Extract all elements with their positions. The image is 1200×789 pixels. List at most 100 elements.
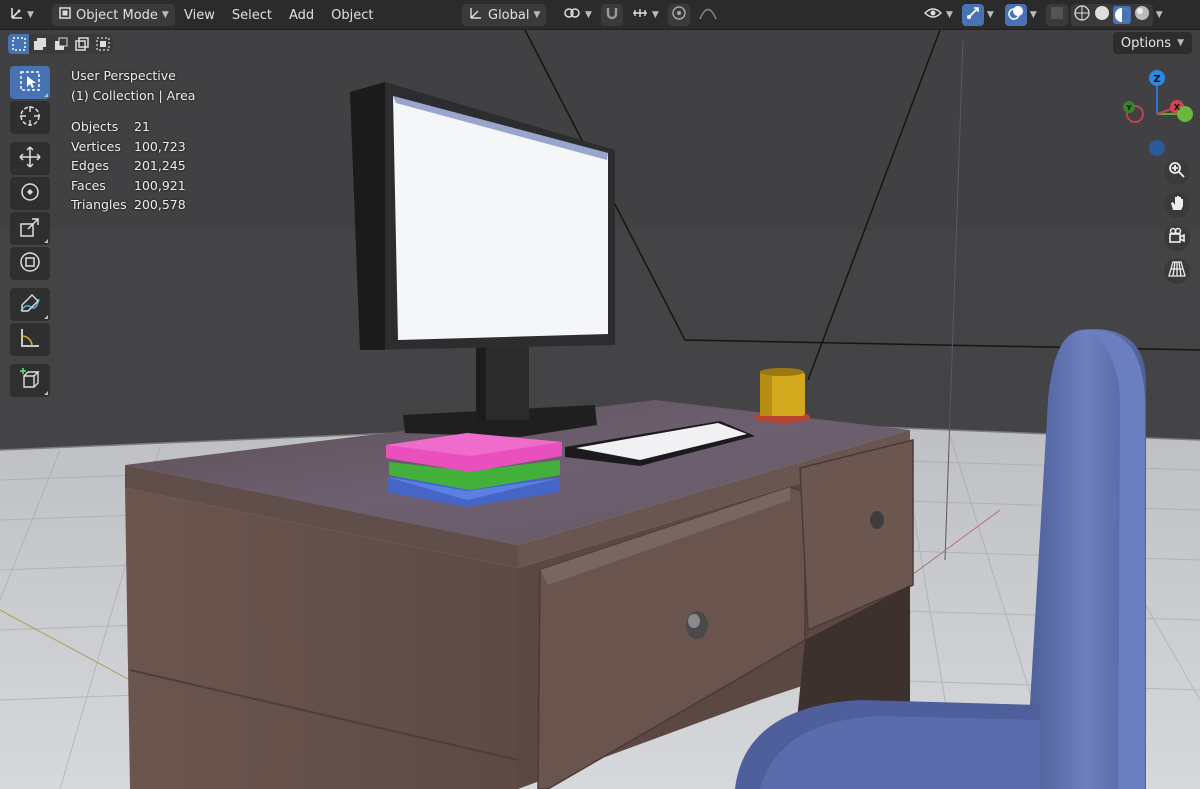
rotate-tool[interactable] — [10, 177, 50, 210]
stat-value: 100,921 — [134, 177, 186, 193]
mode-dropdown[interactable]: Object Mode ▼ — [52, 4, 175, 26]
orientation-gizmo[interactable]: Z X Y — [1105, 64, 1200, 164]
pencil-icon — [18, 291, 42, 319]
wireframe-shading-icon[interactable] — [1073, 4, 1091, 26]
selection-mode-group — [8, 34, 113, 54]
transform-icon — [18, 250, 42, 278]
chevron-down-icon[interactable]: ▼ — [1030, 10, 1037, 20]
rotate-icon — [18, 180, 42, 208]
falloff-dropdown[interactable] — [693, 4, 723, 26]
editor-type-button[interactable]: ▼ — [8, 4, 34, 26]
blender-window: ▼ Object Mode ▼ View Select Add Object G… — [0, 0, 1200, 789]
chevron-down-icon: ▼ — [161, 10, 169, 20]
gizmo-icon — [965, 5, 981, 25]
viewport-info-overlay: User Perspective (1) Collection | Area O… — [71, 66, 195, 215]
scale-tool[interactable] — [10, 212, 50, 245]
navigation-area: Z X Y — [1105, 64, 1200, 324]
zoom-button[interactable] — [1164, 159, 1190, 185]
menu-object[interactable]: Object — [324, 4, 380, 26]
add-cube-tool[interactable] — [10, 364, 50, 397]
snap-target-dropdown[interactable]: ▼ — [626, 4, 665, 26]
transform-tool[interactable] — [10, 247, 50, 280]
chevron-down-icon: ▼ — [533, 10, 541, 20]
axes-icon — [8, 5, 24, 25]
transform-orientation-dropdown[interactable]: Global ▼ — [462, 4, 547, 26]
cursor-icon — [18, 104, 42, 132]
stat-value: 200,578 — [134, 197, 186, 212]
chevron-down-icon: ▼ — [1177, 38, 1184, 48]
stat-value: 100,723 — [134, 138, 186, 154]
material-preview-icon[interactable] — [1112, 6, 1131, 24]
cursor-tool[interactable] — [10, 101, 50, 134]
tool-shelf — [10, 66, 52, 399]
select-subtract-icon[interactable] — [50, 34, 71, 54]
orientation-label: Global — [488, 7, 530, 23]
neg-z-axis-handle[interactable] — [1149, 140, 1165, 156]
xray-icon — [1049, 5, 1065, 25]
shading-buttons — [1070, 4, 1153, 26]
stat-value: 201,245 — [134, 158, 186, 173]
eye-icon — [924, 6, 942, 24]
perspective-toggle-button[interactable] — [1164, 258, 1190, 284]
camera-view-button[interactable] — [1164, 225, 1190, 251]
chevron-down-icon[interactable]: ▼ — [1156, 10, 1163, 20]
hand-icon — [1168, 194, 1186, 216]
gizmo-toggle[interactable] — [961, 4, 984, 26]
options-dropdown[interactable]: Options ▼ — [1112, 32, 1192, 54]
rendered-shading-icon[interactable] — [1133, 4, 1151, 26]
snap-toggle[interactable] — [600, 4, 623, 26]
mode-label: Object Mode — [76, 7, 158, 23]
snap-increment-icon — [632, 6, 648, 24]
xray-toggle[interactable] — [1045, 4, 1068, 26]
menu-view[interactable]: View — [177, 4, 222, 26]
move-tool[interactable] — [10, 142, 50, 175]
y-axis-label: Y — [1125, 104, 1132, 112]
proportional-edit-toggle[interactable] — [667, 4, 690, 26]
chevron-down-icon: ▼ — [585, 10, 592, 20]
move-icon — [18, 145, 42, 173]
menu-select[interactable]: Select — [225, 4, 279, 26]
select-intersect-icon[interactable] — [92, 34, 113, 54]
annotate-tool[interactable] — [10, 288, 50, 321]
overlays-toggle[interactable] — [1004, 4, 1027, 26]
collection-label: (1) Collection | Area — [71, 87, 196, 103]
measure-tool[interactable] — [10, 323, 50, 356]
falloff-curve-icon — [699, 6, 717, 24]
chevron-down-icon: ▼ — [27, 10, 34, 20]
menu-add[interactable]: Add — [282, 4, 321, 26]
stat-label: Vertices — [71, 138, 121, 154]
select-box-icon — [19, 70, 41, 96]
tool-variants-indicator — [44, 391, 48, 395]
overlays-icon — [1008, 5, 1024, 25]
ruler-icon — [18, 326, 42, 354]
tool-variants-indicator — [44, 93, 48, 97]
tool-variants-indicator — [44, 239, 48, 243]
scale-icon — [18, 215, 42, 243]
link-icon — [563, 6, 581, 24]
pivot-point-button[interactable]: ▼ — [557, 4, 598, 26]
grid-perspective-icon — [1168, 260, 1186, 282]
pan-button[interactable] — [1164, 192, 1190, 218]
solid-shading-icon[interactable] — [1093, 4, 1111, 26]
options-label: Options — [1120, 35, 1172, 51]
select-new-icon[interactable] — [8, 34, 29, 54]
select-extend-icon[interactable] — [29, 34, 50, 54]
stat-label: Triangles — [71, 197, 127, 212]
x-axis-label: X — [1174, 103, 1181, 112]
scene-statistics: Objects 21 Vertices 100,723 Edges 201,24… — [71, 117, 195, 215]
chevron-down-icon: ▼ — [651, 10, 659, 20]
stat-value: 21 — [134, 119, 150, 134]
3d-viewport[interactable]: Options ▼ User Perspective (1) Collectio… — [0, 30, 1200, 789]
chevron-down-icon: ▼ — [946, 10, 953, 20]
proportional-edit-icon — [671, 5, 687, 25]
select-box-tool[interactable] — [10, 66, 50, 99]
view-name: User Perspective — [71, 68, 176, 83]
camera-icon — [1168, 227, 1186, 249]
magnet-icon — [604, 5, 620, 25]
select-difference-icon[interactable] — [71, 34, 92, 54]
chevron-down-icon[interactable]: ▼ — [987, 10, 994, 20]
object-mode-icon — [58, 6, 72, 24]
tool-variants-indicator — [44, 315, 48, 319]
visibility-dropdown[interactable]: ▼ — [918, 4, 959, 26]
zoom-icon — [1168, 161, 1186, 183]
